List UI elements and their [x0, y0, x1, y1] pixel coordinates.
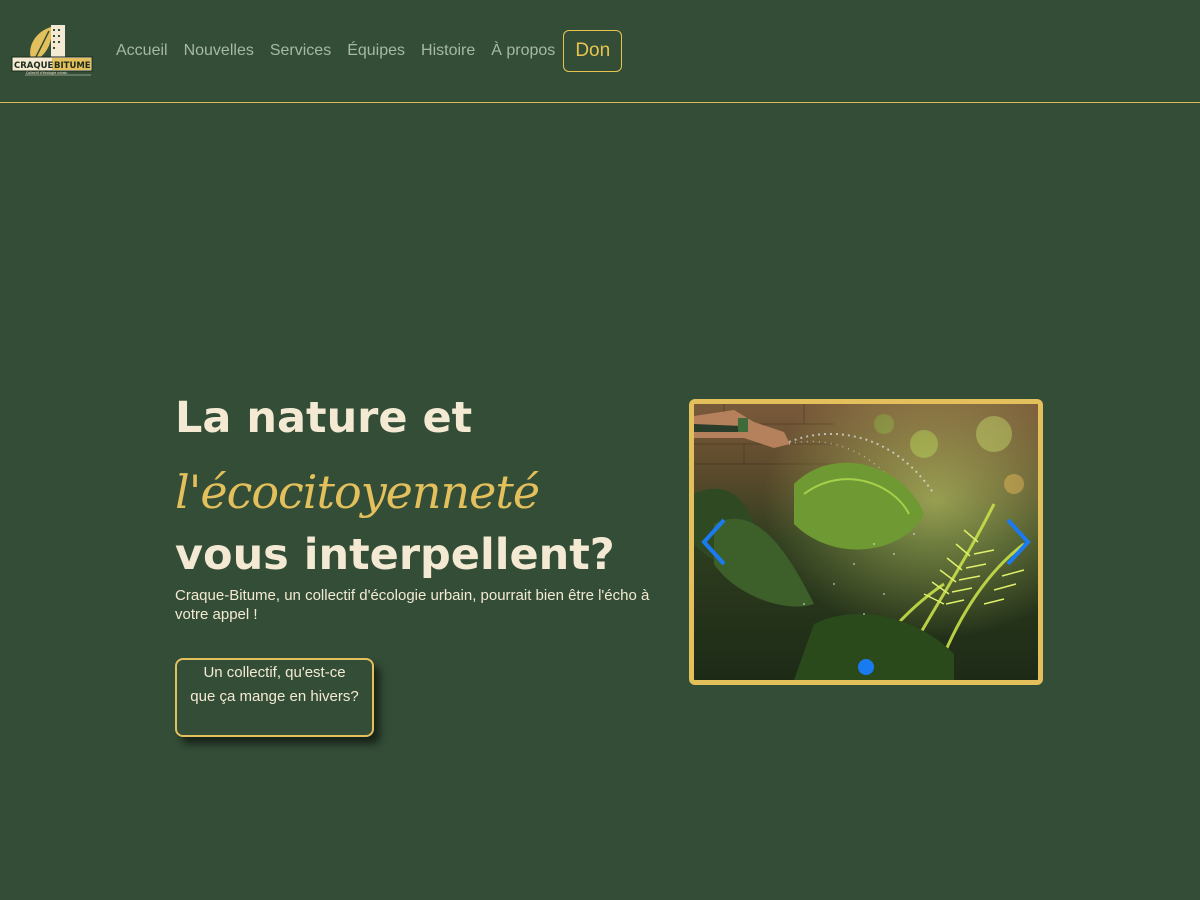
site-logo[interactable]: CRAQUE BITUME Collectif d'écologie urbai… [11, 23, 93, 79]
learn-collective-button[interactable]: Un collectif, qu'est-ce que ça mange en … [175, 658, 374, 737]
carousel-prev-button[interactable] [696, 516, 730, 568]
svg-text:Collectif d'écologie urbain: Collectif d'écologie urbain [26, 71, 67, 75]
nav-link-histoire[interactable]: Histoire [413, 42, 483, 60]
logo-icon: CRAQUE BITUME Collectif d'écologie urbai… [11, 25, 93, 76]
hero-section: La nature et l'écocitoyenneté vous inter… [175, 392, 655, 624]
don-button[interactable]: Don [563, 30, 623, 72]
nav-link-services[interactable]: Services [262, 42, 339, 60]
nav-link-a-propos[interactable]: À propos [483, 42, 563, 60]
nav-link-nouvelles[interactable]: Nouvelles [176, 42, 262, 60]
svg-text:CRAQUE: CRAQUE [14, 61, 53, 71]
carousel-image [694, 404, 1038, 680]
carousel-next-button[interactable] [1002, 516, 1036, 568]
nav-link-accueil[interactable]: Accueil [108, 42, 176, 60]
nav-link-equipes[interactable]: Équipes [339, 42, 413, 60]
svg-text:BITUME: BITUME [54, 61, 91, 71]
hero-title-highlight: l'écocitoyenneté [175, 465, 540, 519]
hero-description: Craque-Bitume, un collectif d'écologie u… [175, 587, 650, 623]
hero-title-line1: La nature et [175, 393, 473, 443]
chevron-right-icon [1006, 518, 1031, 566]
hero-title-line3: vous interpellent? [175, 530, 615, 580]
main-nav: Accueil Nouvelles Services Équipes Histo… [108, 30, 623, 72]
site-header: CRAQUE BITUME Collectif d'écologie urbai… [0, 0, 1200, 103]
image-carousel [689, 399, 1043, 685]
carousel-indicator[interactable] [858, 659, 874, 675]
chevron-left-icon [701, 518, 726, 566]
